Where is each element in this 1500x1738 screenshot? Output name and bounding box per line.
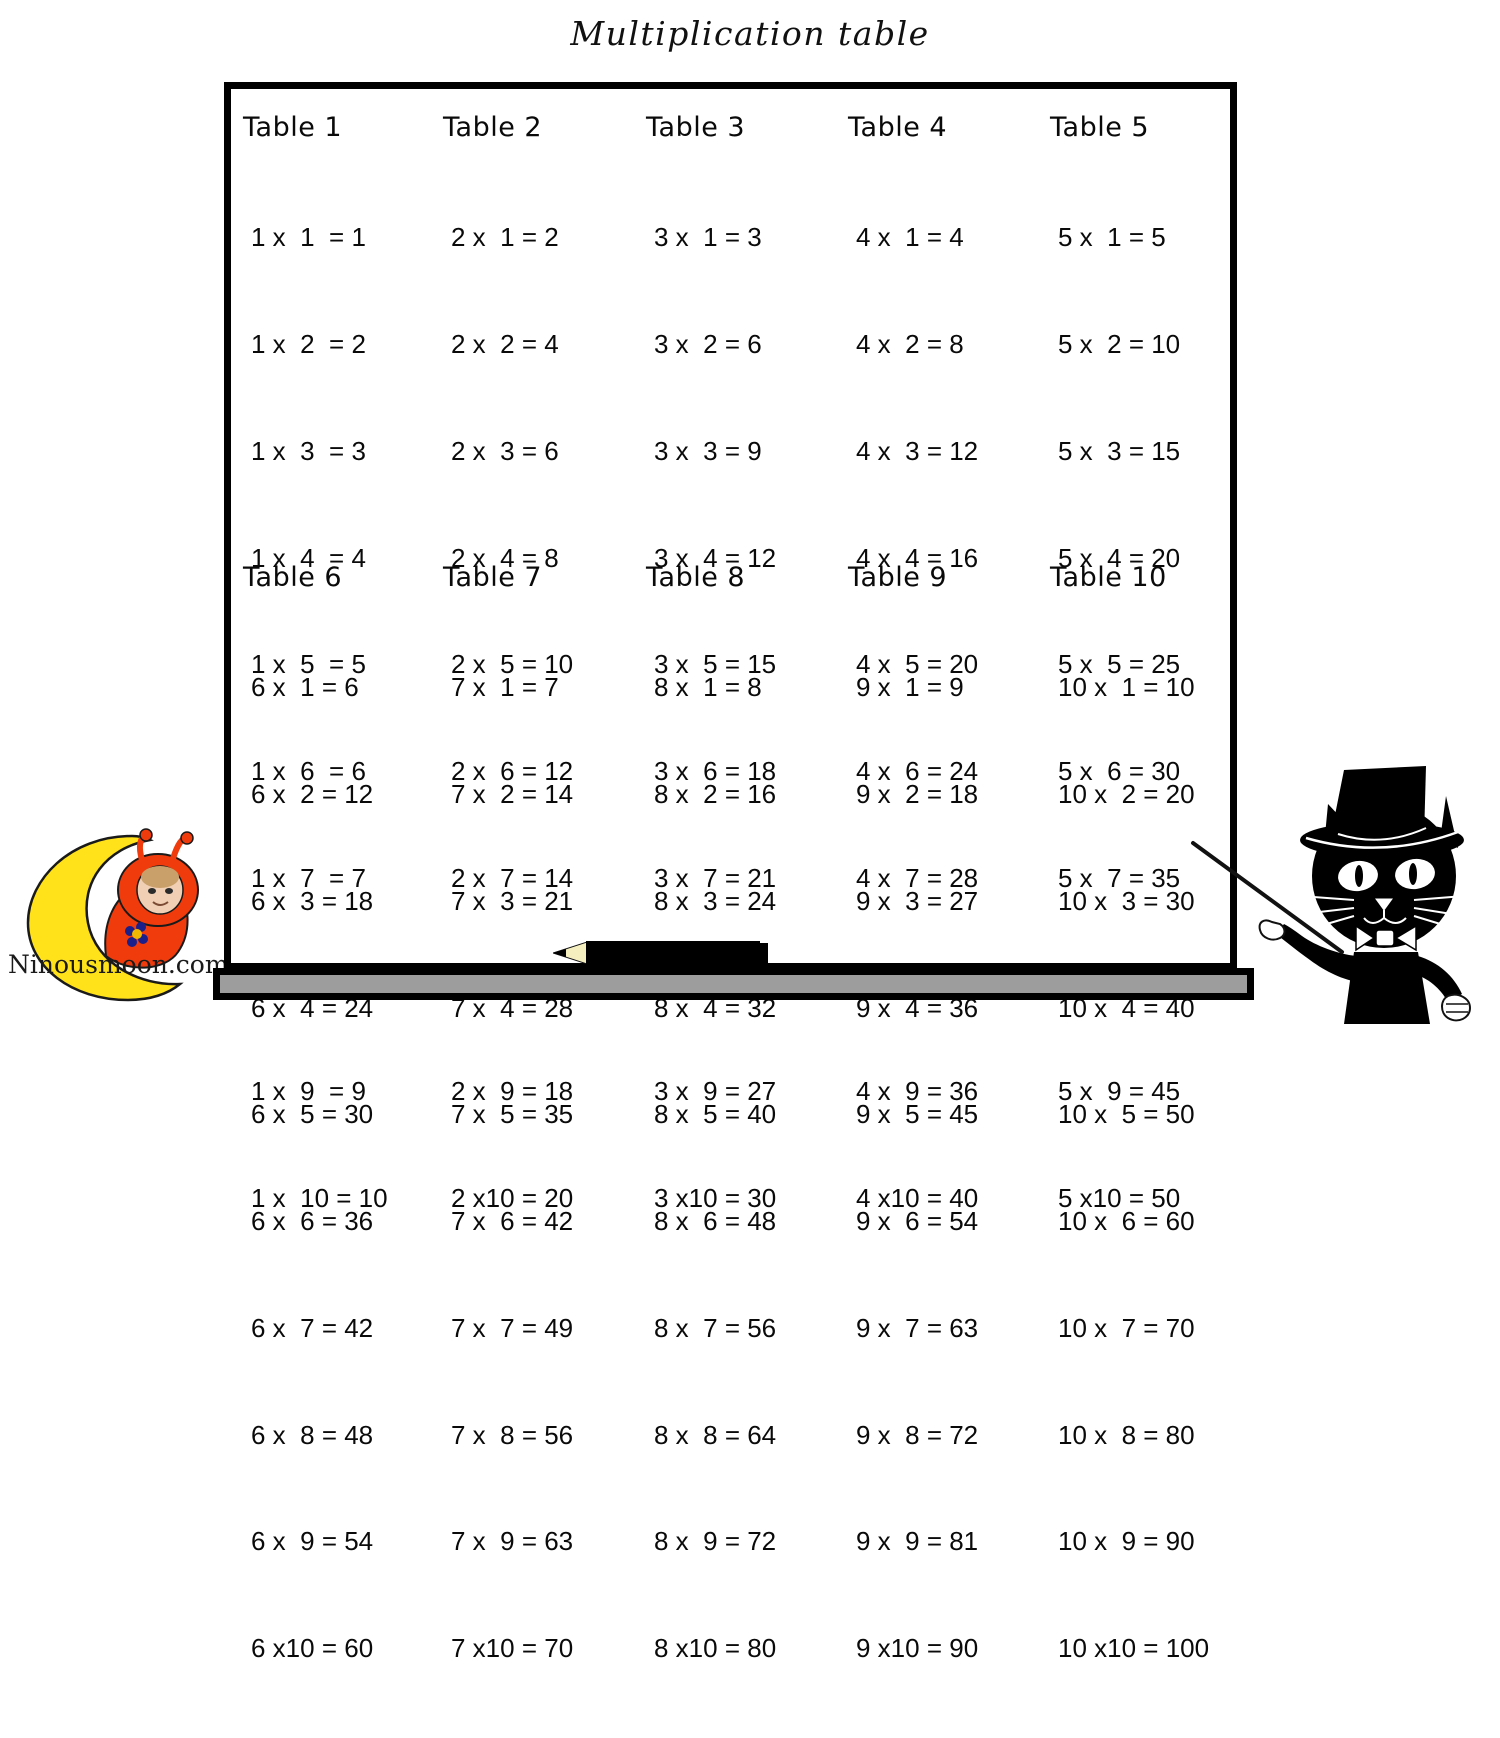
table-row: 8 x 1 = 8 (654, 672, 762, 703)
table-column-6: Table 6 6 x 1 = 6 6 x 2 = 12 6 x 3 = 18 … (243, 561, 443, 1738)
table-row: 7 x 5 = 35 (451, 1099, 574, 1130)
table-heading: Table 2 (443, 112, 543, 143)
table-row: 8 x 8 = 64 (654, 1419, 777, 1450)
table-column-8: Table 8 8 x 1 = 8 8 x 2 = 16 8 x 3 = 24 … (646, 561, 846, 1738)
table-row: 5 x 1 = 5 (1058, 222, 1166, 253)
table-row: 3 x 1 = 3 (654, 222, 762, 253)
table-rows: 8 x 1 = 8 8 x 2 = 16 8 x 3 = 24 8 x 4 = … (646, 599, 846, 1738)
table-row: 6 x 9 = 54 (251, 1526, 374, 1557)
table-row: 9 x 3 = 27 (856, 885, 979, 916)
table-column-7: Table 7 7 x 1 = 7 7 x 2 = 14 7 x 3 = 21 … (443, 561, 643, 1738)
table-row: 7 x 8 = 56 (451, 1419, 574, 1450)
pencil-icon (553, 941, 768, 965)
table-row: 10 x 9 = 90 (1058, 1526, 1195, 1557)
table-heading: Table 8 (646, 562, 746, 593)
table-row: 4 x 1 = 4 (856, 222, 964, 253)
table-row: 7 x10 = 70 (451, 1633, 574, 1664)
table-row: 10 x 8 = 80 (1058, 1419, 1195, 1450)
table-row: 8 x 2 = 16 (654, 778, 777, 809)
table-row: 3 x 2 = 6 (654, 328, 762, 359)
pointer-stick-icon (1191, 841, 1344, 954)
table-heading: Table 3 (646, 112, 746, 143)
table-row: 4 x 2 = 8 (856, 328, 964, 359)
table-row: 8 x 9 = 72 (654, 1526, 777, 1557)
table-column-10: Table 10 10 x 1 = 10 10 x 2 = 20 10 x 3 … (1050, 561, 1250, 1738)
table-heading: Table 6 (243, 562, 343, 593)
table-row: 10 x10 = 100 (1058, 1633, 1210, 1664)
table-row: 6 x 2 = 12 (251, 778, 374, 809)
table-row: 6 x 6 = 36 (251, 1206, 374, 1237)
table-row: 6 x 1 = 6 (251, 672, 359, 703)
table-row: 7 x 6 = 42 (451, 1206, 574, 1237)
table-heading: Table 7 (443, 562, 543, 593)
table-row: 7 x 1 = 7 (451, 672, 559, 703)
table-heading: Table 9 (848, 562, 948, 593)
table-row: 4 x 3 = 12 (856, 435, 979, 466)
table-row: 9 x 7 = 63 (856, 1312, 979, 1343)
board-ledge (213, 968, 1254, 1000)
table-row: 9 x 8 = 72 (856, 1419, 979, 1450)
crescent-moon-with-baby-icon (26, 828, 199, 1002)
table-row: 2 x 1 = 2 (451, 222, 559, 253)
table-rows: 10 x 1 = 10 10 x 2 = 20 10 x 3 = 30 10 x… (1050, 599, 1250, 1738)
table-row: 8 x 6 = 48 (654, 1206, 777, 1237)
table-row: 8 x10 = 80 (654, 1633, 777, 1664)
table-row: 6 x10 = 60 (251, 1633, 374, 1664)
table-rows: 9 x 1 = 9 9 x 2 = 18 9 x 3 = 27 9 x 4 = … (848, 599, 1048, 1738)
page-title: Multiplication table (570, 14, 930, 53)
table-row: 7 x 7 = 49 (451, 1312, 574, 1343)
table-row: 9 x 9 = 81 (856, 1526, 979, 1557)
table-row: 1 x 2 = 2 (251, 328, 366, 359)
table-row: 6 x 7 = 42 (251, 1312, 374, 1343)
table-heading: Table 1 (243, 112, 343, 143)
table-row: 10 x 1 = 10 (1058, 672, 1195, 703)
table-row: 9 x 2 = 18 (856, 778, 979, 809)
table-row: 10 x 5 = 50 (1058, 1099, 1195, 1130)
table-rows: 6 x 1 = 6 6 x 2 = 12 6 x 3 = 18 6 x 4 = … (243, 599, 443, 1738)
table-row: 10 x 7 = 70 (1058, 1312, 1195, 1343)
table-row: 3 x 3 = 9 (654, 435, 762, 466)
table-row: 5 x 3 = 15 (1058, 435, 1181, 466)
whiteboard: Table 1 1 x 1 = 1 1 x 2 = 2 1 x 3 = 3 1 … (224, 82, 1237, 1663)
table-row: 6 x 8 = 48 (251, 1419, 374, 1450)
table-row: 7 x 3 = 21 (451, 885, 574, 916)
table-row: 8 x 7 = 56 (654, 1312, 777, 1343)
table-row: 8 x 5 = 40 (654, 1099, 777, 1130)
table-row: 9 x 1 = 9 (856, 672, 964, 703)
table-row: 8 x 3 = 24 (654, 885, 777, 916)
logo-wordmark: Ninousmoon.com (8, 950, 229, 979)
table-row: 5 x 2 = 10 (1058, 328, 1181, 359)
table-row: 7 x 9 = 63 (451, 1526, 574, 1557)
table-row: 9 x10 = 90 (856, 1633, 979, 1664)
table-heading: Table 4 (848, 112, 948, 143)
table-row: 9 x 6 = 54 (856, 1206, 979, 1237)
table-row: 2 x 2 = 4 (451, 328, 559, 359)
table-row: 10 x 2 = 20 (1058, 778, 1195, 809)
table-row: 2 x 3 = 6 (451, 435, 559, 466)
table-column-9: Table 9 9 x 1 = 9 9 x 2 = 18 9 x 3 = 27 … (848, 561, 1048, 1738)
table-heading: Table 5 (1050, 112, 1150, 143)
table-row: 6 x 3 = 18 (251, 885, 374, 916)
table-row: 1 x 3 = 3 (251, 435, 366, 466)
table-heading: Table 10 (1050, 562, 1167, 593)
table-row: 6 x 5 = 30 (251, 1099, 374, 1130)
table-row: 9 x 5 = 45 (856, 1099, 979, 1130)
table-rows: 7 x 1 = 7 7 x 2 = 14 7 x 3 = 21 7 x 4 = … (443, 599, 643, 1738)
table-row: 7 x 2 = 14 (451, 778, 574, 809)
table-row: 10 x 6 = 60 (1058, 1206, 1195, 1237)
table-row: 1 x 1 = 1 (251, 222, 366, 253)
